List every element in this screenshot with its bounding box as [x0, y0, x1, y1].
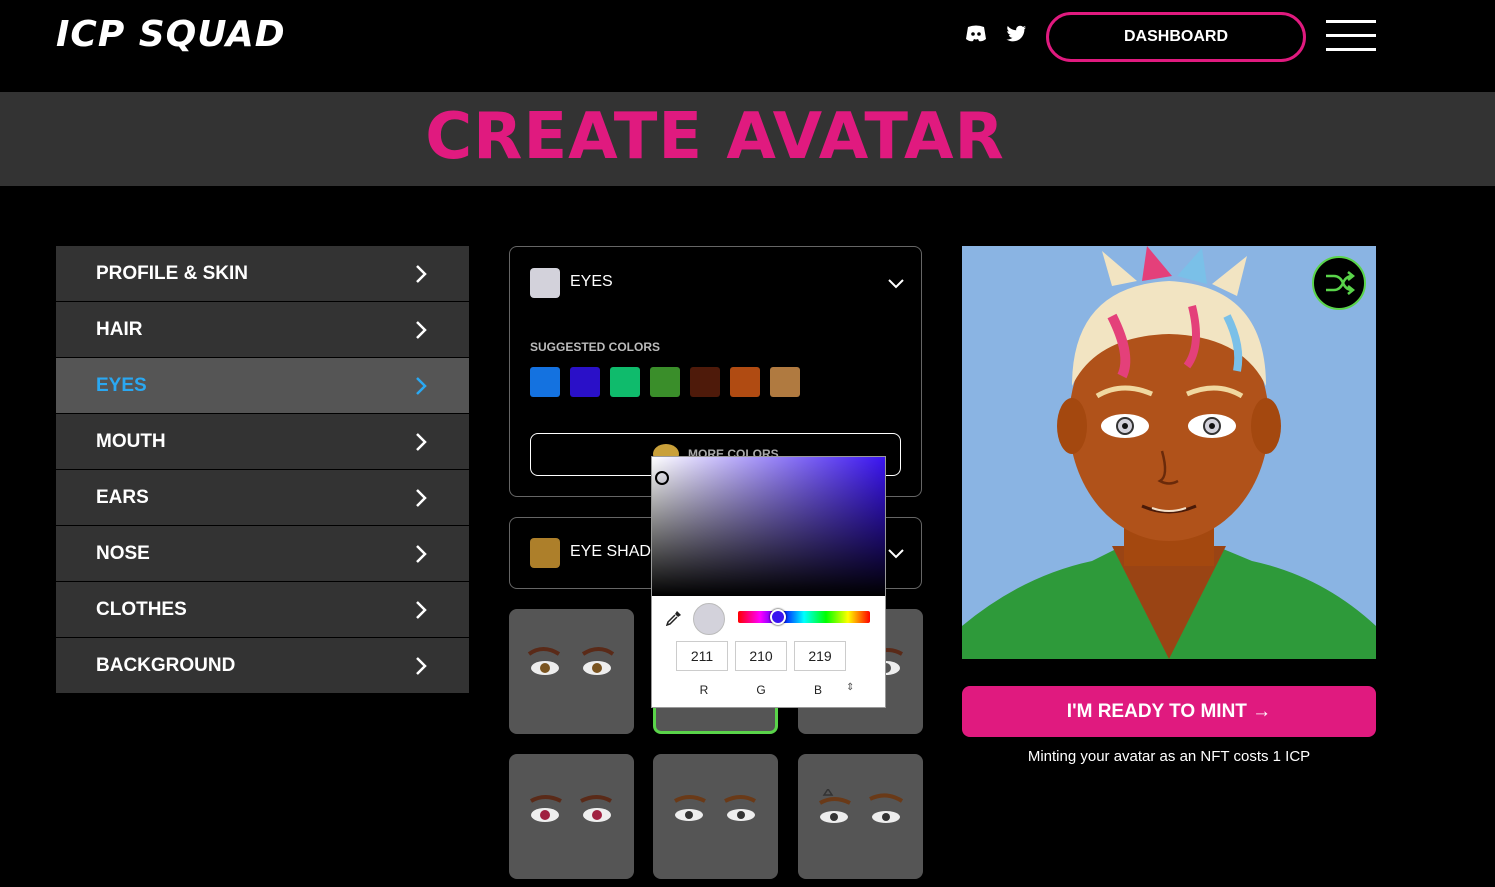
suggested-color-swatch[interactable]: [610, 367, 640, 397]
site-logo[interactable]: ICP SQUAD: [56, 14, 286, 55]
chevron-right-icon: [416, 545, 427, 563]
chevron-down-icon[interactable]: [887, 544, 905, 562]
sidebar-item-hair[interactable]: HAIR: [56, 302, 469, 358]
red-label: R: [699, 683, 709, 697]
chevron-right-icon: [416, 321, 427, 339]
chevron-right-icon: [416, 489, 427, 507]
sidebar-item-label: HAIR: [96, 318, 143, 340]
sidebar-item-mouth[interactable]: MOUTH: [56, 414, 469, 470]
hue-slider[interactable]: [738, 611, 870, 623]
eye-style-tile[interactable]: [509, 609, 634, 734]
shuffle-icon[interactable]: [1312, 256, 1366, 310]
suggested-color-swatch[interactable]: [730, 367, 760, 397]
sidebar-item-label: PROFILE & SKIN: [96, 262, 249, 284]
suggested-color-swatch[interactable]: [570, 367, 600, 397]
sidebar-item-label: NOSE: [96, 542, 150, 564]
chevron-right-icon: [416, 377, 427, 395]
chevron-right-icon: [416, 601, 427, 619]
green-value-input[interactable]: 210: [735, 641, 787, 671]
suggested-color-swatch[interactable]: [770, 367, 800, 397]
sidebar-item-background[interactable]: BACKGROUND: [56, 638, 469, 694]
suggested-color-swatch[interactable]: [690, 367, 720, 397]
eyes-preview-icon: [530, 795, 612, 822]
eyes-preview-icon: [674, 795, 756, 821]
eyes-current-color-swatch[interactable]: [530, 268, 560, 298]
blue-value-input[interactable]: 219: [794, 641, 846, 671]
sidebar-item-label: EARS: [96, 486, 149, 508]
blue-label: B: [813, 683, 822, 697]
chevron-right-icon: [416, 433, 427, 451]
red-value-input[interactable]: 211: [676, 641, 728, 671]
eyedropper-icon[interactable]: [666, 610, 682, 626]
saturation-handle[interactable]: [655, 471, 669, 485]
suggested-colors-title: SUGGESTED COLORS: [530, 340, 661, 354]
eyes-panel-label: EYES: [570, 273, 613, 290]
eye-shadow-current-color-swatch[interactable]: [530, 538, 560, 568]
color-picker-popover: 211 210 219 R G B ⇕: [651, 456, 886, 708]
saturation-area[interactable]: [652, 457, 885, 596]
sidebar-item-label: BACKGROUND: [96, 654, 236, 676]
chevron-right-icon: [416, 265, 427, 283]
sidebar-item-eyes[interactable]: EYES: [56, 358, 469, 414]
dashboard-button[interactable]: DASHBOARD: [1046, 12, 1306, 62]
chevron-down-icon[interactable]: [887, 274, 905, 292]
sidebar-item-label: CLOTHES: [96, 598, 187, 620]
site-header: ICP SQUAD DASHBOARD: [0, 0, 1495, 92]
suggested-color-swatch[interactable]: [530, 367, 560, 397]
eye-style-tile[interactable]: [798, 754, 923, 879]
discord-icon[interactable]: [964, 22, 988, 46]
twitter-icon[interactable]: [1004, 22, 1028, 46]
color-format-toggle[interactable]: ⇕: [846, 682, 854, 693]
category-sidebar: PROFILE & SKIN HAIR EYES MOUTH EARS NOSE…: [56, 246, 469, 694]
sidebar-item-clothes[interactable]: CLOTHES: [56, 582, 469, 638]
eye-style-tile[interactable]: [653, 754, 778, 879]
green-label: G: [756, 683, 766, 697]
eye-style-tile[interactable]: [509, 754, 634, 879]
sidebar-item-label: EYES: [96, 374, 147, 396]
eyes-preview-icon: [527, 647, 615, 675]
suggested-color-swatch[interactable]: [650, 367, 680, 397]
sidebar-item-ears[interactable]: EARS: [56, 470, 469, 526]
sidebar-item-nose[interactable]: NOSE: [56, 526, 469, 582]
sidebar-item-profile-skin[interactable]: PROFILE & SKIN: [56, 246, 469, 302]
mint-button[interactable]: I'M READY TO MINT →: [962, 686, 1376, 737]
eyes-preview-icon: [819, 789, 904, 823]
sidebar-item-label: MOUTH: [96, 430, 166, 452]
color-preview: [693, 603, 725, 635]
title-band: CREATE AVATAR: [0, 92, 1495, 186]
page-title: CREATE AVATAR: [425, 100, 1005, 174]
mint-cost-note: Minting your avatar as an NFT costs 1 IC…: [1027, 748, 1311, 765]
hamburger-menu-icon[interactable]: [1326, 20, 1376, 52]
chevron-right-icon: [416, 657, 427, 675]
hue-slider-handle[interactable]: [770, 609, 786, 625]
